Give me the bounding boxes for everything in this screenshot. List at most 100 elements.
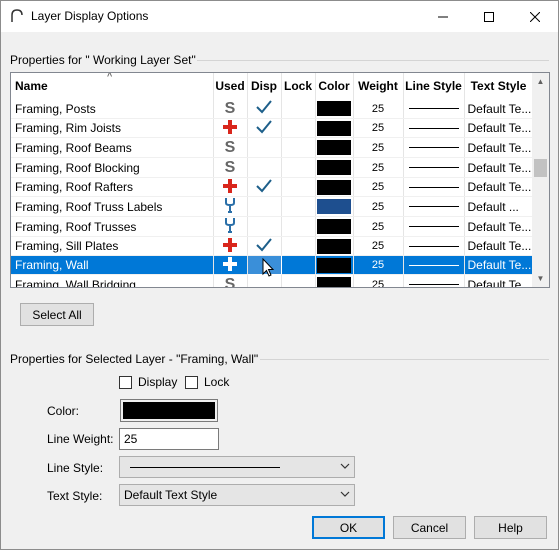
- table-row[interactable]: Framing, Roof Beams S 25 Default Te...: [11, 137, 534, 158]
- table-row[interactable]: Framing, Sill Plates 25 Default Te...: [11, 236, 534, 256]
- line-style-select[interactable]: [119, 456, 355, 478]
- weight-cell[interactable]: 25: [353, 118, 404, 138]
- column-header-disp[interactable]: Disp: [247, 73, 282, 99]
- color-cell[interactable]: [315, 196, 354, 217]
- line-style-cell[interactable]: [403, 157, 465, 178]
- lock-cell[interactable]: [281, 274, 316, 287]
- line-style-cell[interactable]: [403, 236, 465, 256]
- help-button[interactable]: Help: [474, 516, 547, 539]
- lock-cell[interactable]: [281, 157, 316, 178]
- lock-cell[interactable]: [281, 177, 316, 197]
- text-style-cell[interactable]: Default Te...: [464, 216, 534, 237]
- line-weight-input[interactable]: 25: [119, 428, 219, 450]
- table-row[interactable]: Framing, Posts S 25 Default Te...: [11, 99, 534, 119]
- line-style-cell[interactable]: [403, 255, 465, 275]
- text-style-cell[interactable]: Default Te...: [464, 236, 534, 256]
- cancel-button[interactable]: Cancel: [393, 516, 466, 539]
- text-style-select[interactable]: Default Text Style: [119, 484, 355, 506]
- color-cell[interactable]: [315, 216, 354, 237]
- scroll-down-icon[interactable]: ▼: [532, 270, 549, 287]
- color-cell[interactable]: [315, 157, 354, 178]
- column-header-lock[interactable]: Lock: [281, 73, 316, 99]
- table-row[interactable]: Framing, Roof Rafters 25 Default Te...: [11, 177, 534, 197]
- column-header-weight[interactable]: Weight: [353, 73, 404, 99]
- table-row[interactable]: Framing, Roof Truss Labels 25 Default ...: [11, 196, 534, 217]
- minimize-button[interactable]: [420, 1, 466, 32]
- weight-cell[interactable]: 25: [353, 137, 404, 158]
- used-cell: [213, 177, 248, 197]
- line-style-cell[interactable]: [403, 216, 465, 237]
- weight-cell[interactable]: 25: [353, 157, 404, 178]
- color-cell[interactable]: [315, 177, 354, 197]
- layer-table[interactable]: ^ Name Used Disp Lock Color Weight Line S…: [10, 72, 550, 288]
- color-cell[interactable]: [315, 118, 354, 138]
- weight-cell[interactable]: 25: [353, 255, 404, 275]
- lock-cell[interactable]: [281, 236, 316, 256]
- layer-set-group-label: Properties for " Working Layer Set": [10, 53, 196, 67]
- scroll-up-icon[interactable]: ▲: [532, 73, 549, 90]
- table-row[interactable]: Framing, Roof Blocking S 25 Default Te...: [11, 157, 534, 178]
- lock-cell[interactable]: [281, 137, 316, 158]
- text-style-cell[interactable]: Default Te...: [464, 118, 534, 138]
- color-cell[interactable]: [315, 137, 354, 158]
- maximize-button[interactable]: [466, 1, 512, 32]
- svg-text:S: S: [225, 100, 236, 115]
- color-cell[interactable]: [315, 274, 354, 287]
- weight-cell[interactable]: 25: [353, 274, 404, 287]
- disp-cell[interactable]: [247, 196, 282, 217]
- scrollbar-thumb[interactable]: [534, 159, 547, 177]
- column-header-text-style[interactable]: Text Style: [464, 73, 534, 99]
- weight-cell[interactable]: 25: [353, 216, 404, 237]
- disp-cell[interactable]: [247, 216, 282, 237]
- ok-button[interactable]: OK: [312, 516, 385, 539]
- line-style-cell[interactable]: [403, 274, 465, 287]
- lock-checkbox-row[interactable]: Lock: [185, 375, 229, 389]
- table-row[interactable]: Framing, Rim Joists 25 Default Te...: [11, 118, 534, 138]
- color-cell[interactable]: [315, 255, 354, 275]
- weight-cell[interactable]: 25: [353, 196, 404, 217]
- text-style-cell[interactable]: Default Te...: [464, 137, 534, 158]
- display-checkbox[interactable]: [119, 375, 132, 389]
- column-header-name[interactable]: ^ Name: [11, 73, 214, 99]
- text-style-cell[interactable]: Default Te...: [464, 274, 534, 287]
- color-picker-button[interactable]: [120, 399, 218, 422]
- line-style-cell[interactable]: [403, 137, 465, 158]
- text-style-cell[interactable]: Default Te...: [464, 157, 534, 178]
- column-header-color[interactable]: Color: [315, 73, 354, 99]
- lock-cell[interactable]: [281, 255, 316, 275]
- line-style-cell[interactable]: [403, 177, 465, 197]
- disp-cell[interactable]: [247, 99, 282, 119]
- layer-name-cell: Framing, Roof Truss Labels: [11, 196, 214, 217]
- text-style-cell[interactable]: Default Te...: [464, 255, 534, 275]
- close-button[interactable]: [512, 1, 558, 32]
- line-style-cell[interactable]: [403, 196, 465, 217]
- column-header-used[interactable]: Used: [213, 73, 248, 99]
- disp-cell[interactable]: [247, 177, 282, 197]
- line-style-cell[interactable]: [403, 99, 465, 119]
- column-header-line-style[interactable]: Line Style: [403, 73, 465, 99]
- color-cell[interactable]: [315, 236, 354, 256]
- used-s-icon: S: [225, 159, 236, 176]
- table-row[interactable]: Framing, Roof Trusses 25 Default Te...: [11, 216, 534, 237]
- lock-cell[interactable]: [281, 196, 316, 217]
- display-checkbox-row[interactable]: Display: [119, 375, 177, 389]
- select-all-button[interactable]: Select All: [20, 303, 94, 326]
- lock-cell[interactable]: [281, 118, 316, 138]
- text-style-cell[interactable]: Default Te...: [464, 99, 534, 119]
- disp-cell[interactable]: [247, 157, 282, 178]
- weight-cell[interactable]: 25: [353, 177, 404, 197]
- color-cell[interactable]: [315, 99, 354, 119]
- color-swatch: [317, 160, 351, 175]
- disp-cell[interactable]: [247, 236, 282, 256]
- text-style-cell[interactable]: Default Te...: [464, 177, 534, 197]
- disp-cell[interactable]: [247, 118, 282, 138]
- disp-cell[interactable]: [247, 137, 282, 158]
- lock-cell[interactable]: [281, 99, 316, 119]
- weight-cell[interactable]: 25: [353, 99, 404, 119]
- weight-cell[interactable]: 25: [353, 236, 404, 256]
- line-style-cell[interactable]: [403, 118, 465, 138]
- lock-checkbox[interactable]: [185, 375, 198, 389]
- lock-cell[interactable]: [281, 216, 316, 237]
- table-scrollbar[interactable]: ▲ ▼: [532, 73, 549, 287]
- text-style-cell[interactable]: Default ...: [464, 196, 534, 217]
